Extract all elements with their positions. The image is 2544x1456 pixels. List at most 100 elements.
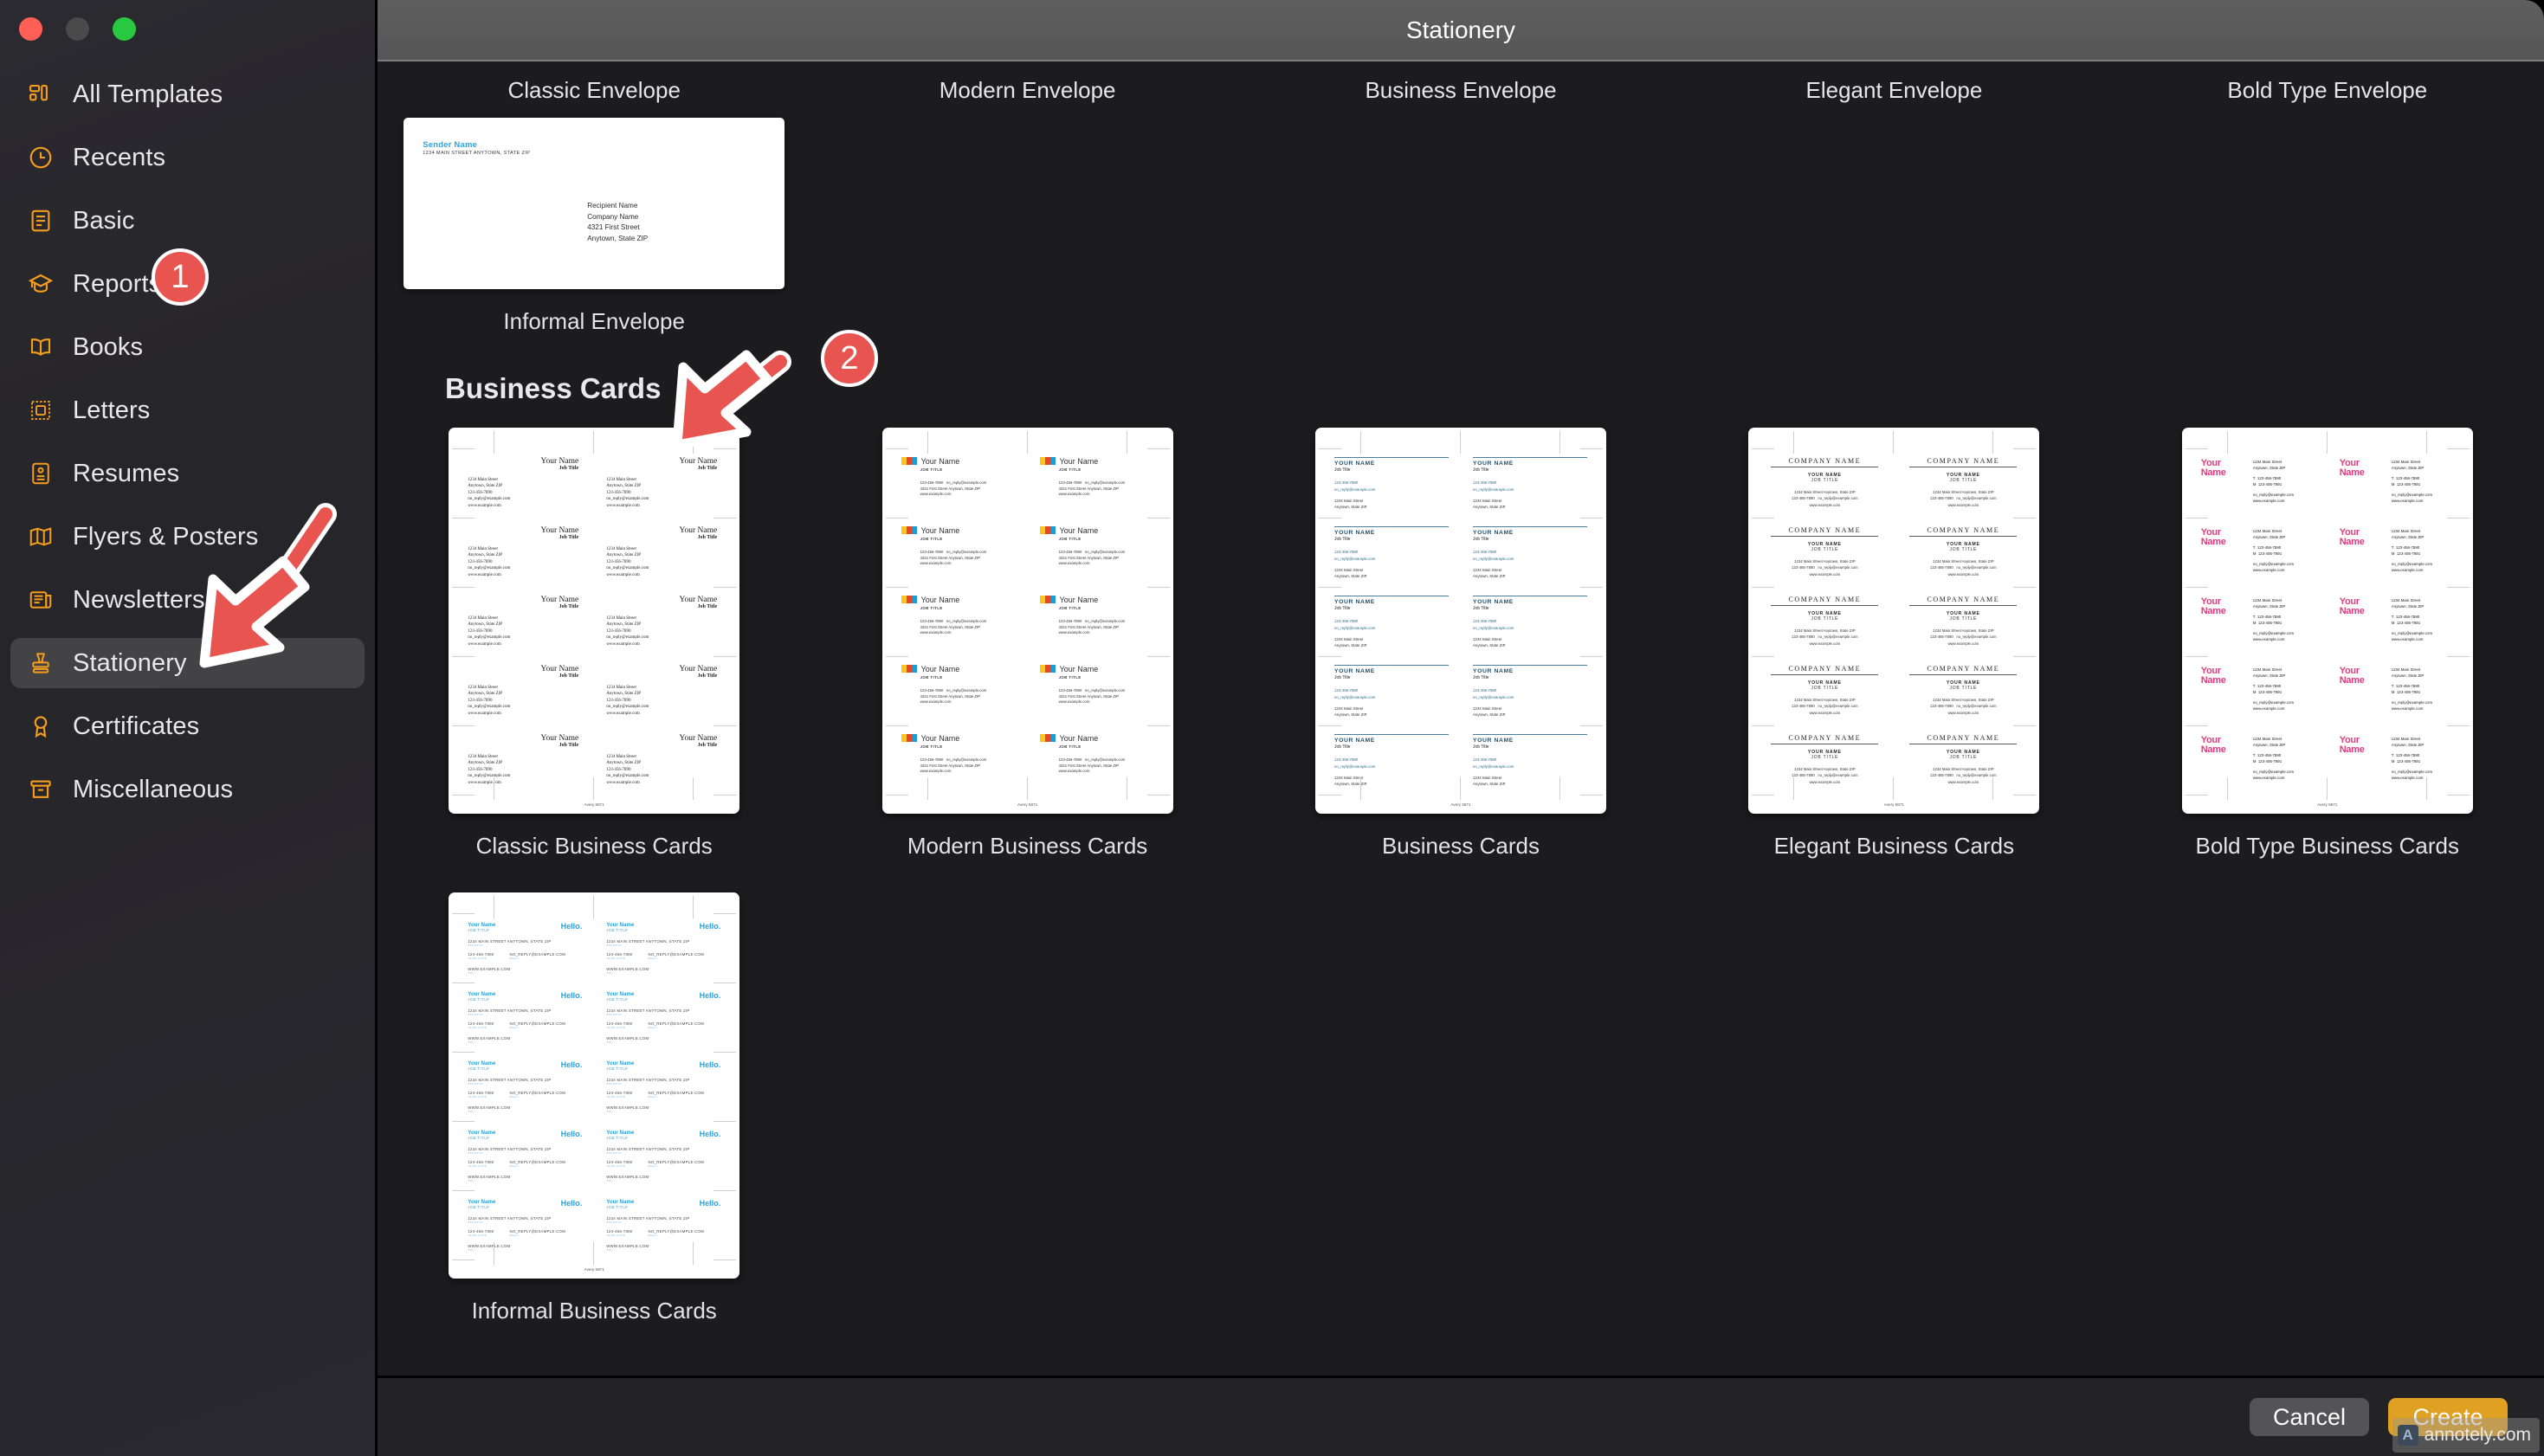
sidebar-item-certificates[interactable]: Certificates	[10, 701, 365, 751]
business-card: Your Name 1234 Main Street Anytown, State …	[2328, 448, 2466, 518]
card-job-title: JOB TITLE	[468, 997, 490, 1002]
sheet-thumbnail-modern[interactable]: Your Name JOB TITLE 123-456-7890 no_repl…	[881, 427, 1173, 814]
business-card: Your Name Job Title 1234 Main Street Anyt…	[594, 448, 733, 518]
card-hello: Hello.	[560, 922, 583, 931]
business-card: Your Name Job Title 1234 Main Street Anyt…	[455, 518, 594, 587]
card-contact: 1234 Main Street Anytown, State ZIP 123-45…	[468, 615, 511, 647]
crop-mark	[2446, 586, 2470, 588]
card-job-title: JOB TITLE	[1949, 754, 1978, 760]
crop-mark	[713, 448, 737, 449]
crop-mark	[713, 1190, 737, 1192]
crop-mark	[1579, 586, 1603, 588]
card-contact: 1234 Main Street Anytown, State ZIP T 123-…	[2252, 528, 2295, 572]
sidebar-item-label: Certificates	[73, 712, 200, 740]
sidebar-item-letters[interactable]: Letters	[10, 385, 365, 435]
card-name: Your Name	[679, 595, 718, 604]
envelope-label-bold[interactable]: Bold Type Envelope	[2111, 77, 2544, 104]
card-name: Your Name	[2200, 457, 2226, 479]
envelope-thumbnail[interactable]: Sender Name 1234 MAIN STREET ANYTOWN, ST…	[404, 118, 785, 289]
template-cell-classic-business-cards[interactable]: Your Name Job Title 1234 Main Street Anyt…	[378, 414, 810, 860]
card-name: Your Name	[2339, 526, 2365, 548]
card-job-title: JOB TITLE	[1949, 615, 1978, 622]
template-label: Business Cards	[1381, 832, 1540, 859]
sidebar-item-label: Miscellaneous	[73, 775, 234, 803]
business-card: Your Name Job Title 1234 Main Street Anyt…	[594, 725, 733, 795]
card-job-title: Job Title	[1333, 606, 1351, 612]
card-rule	[1333, 456, 1449, 459]
card-job-title: Job Title	[697, 603, 718, 609]
sidebar-item-flyers-and-posters[interactable]: Flyers & Posters	[10, 512, 365, 562]
crop-mark	[1752, 794, 1775, 796]
crop-mark	[2013, 586, 2037, 588]
crop-mark	[2185, 794, 2208, 796]
template-cell-informal-business-cards[interactable]: Your Name JOB TITLE Hello. 1234 MAIN STR…	[378, 860, 810, 1325]
business-card: Your Name JOB TITLE Hello. 1234 MAIN STR…	[606, 991, 721, 1044]
card-address: 1234 Main Street Anytown, State ZIP	[1472, 636, 1506, 648]
sidebar-item-basic[interactable]: Basic	[10, 196, 365, 246]
envelope-label-classic[interactable]: Classic Envelope	[378, 77, 810, 104]
color-bars-icon	[901, 734, 917, 743]
sheet-thumbnail-business[interactable]: YOUR NAME Job Title 123-456-7890 no_reply…	[1314, 427, 1606, 814]
card-job-title: JOB TITLE	[920, 744, 943, 749]
template-cell-modern-business-cards[interactable]: Your Name JOB TITLE 123-456-7890 no_repl…	[810, 414, 1243, 860]
card-name: Your Name	[679, 733, 718, 743]
close-button[interactable]	[19, 17, 42, 41]
business-card: COMPANY NAME YOUR NAME JOB TITLE 1234 Ma…	[1894, 725, 2032, 795]
sidebar-item-newsletters[interactable]: Newsletters	[10, 575, 365, 625]
dialog-footer: Cancel Create A annotely.com	[378, 1375, 2544, 1456]
card-contact: 1234 Main Street Anytown, State ZIP T 123-…	[2252, 597, 2295, 641]
template-cell-bold-type-business-cards[interactable]: Your Name 1234 Main Street Anytown, State …	[2111, 414, 2544, 860]
sheet-thumbnail-classic[interactable]: Your Name Job Title 1234 Main Street Anyt…	[449, 427, 740, 814]
color-bars-icon	[901, 526, 917, 535]
template-cell-informal-envelope[interactable]: Sender Name 1234 MAIN STREET ANYTOWN, ST…	[378, 104, 810, 336]
card-name: YOUR NAME	[1472, 530, 1514, 537]
card-contact: 1234 Main Street Anytown, State ZIP 123-4…	[1929, 697, 1997, 715]
crop-mark	[2013, 794, 2037, 796]
card-job-title: Job Title	[1472, 675, 1489, 681]
sheet-thumbnail-bold[interactable]: Your Name 1234 Main Street Anytown, State …	[2181, 427, 2473, 814]
cancel-button[interactable]: Cancel	[2250, 1398, 2369, 1436]
card-contact: 123-456-7890 no_reply@example.com 4321 Fi…	[920, 549, 987, 566]
card-job-title: Job Title	[697, 673, 718, 679]
envelope-label-modern[interactable]: Modern Envelope	[810, 77, 1243, 104]
stationery-template-chooser-window: All Templates Recents Basic Reports Book…	[0, 0, 2544, 1456]
template-label: Elegant Business Cards	[1773, 832, 2015, 859]
sidebar-item-all-templates[interactable]: All Templates	[10, 69, 365, 119]
card-contact: 123-456-7890 no_reply@example.com 4321 Fi…	[920, 618, 987, 635]
card-contact: 1234 Main Street Anytown, State ZIP 123-4…	[1929, 558, 1997, 577]
sidebar-item-label: Basic	[73, 206, 135, 235]
zoom-button[interactable]	[113, 17, 136, 41]
template-scroll-area[interactable]: Classic Envelope Modern Envelope Busines…	[378, 61, 2544, 1375]
sidebar-item-miscellaneous[interactable]: Miscellaneous	[10, 764, 365, 815]
card-hello: Hello.	[560, 991, 583, 1001]
crop-mark	[885, 517, 908, 519]
sidebar-item-recents[interactable]: Recents	[10, 132, 365, 183]
card-rule	[1771, 673, 1879, 675]
sidebar-item-books[interactable]: Books	[10, 322, 365, 372]
window-titlebar: Stationery	[378, 0, 2544, 61]
card-job-title: JOB TITLE	[606, 1136, 629, 1141]
template-cell-elegant-business-cards[interactable]: COMPANY NAME YOUR NAME JOB TITLE 1234 Ma…	[1677, 414, 2110, 860]
minimize-button[interactable]	[66, 17, 89, 41]
card-name: Your Name	[2200, 526, 2226, 548]
card-address: 1234 Main Street Anytown, State ZIP	[1472, 498, 1506, 510]
sheet-thumbnail-informal[interactable]: Your Name JOB TITLE Hello. 1234 MAIN STR…	[449, 892, 740, 1279]
card-contact: 1234 Main Street Anytown, State ZIP T 123-…	[2252, 736, 2295, 780]
card-contact: 123-456-7890 no_reply@example.com 4321 Fi…	[920, 757, 987, 774]
envelope-label-business[interactable]: Business Envelope	[1244, 77, 1677, 104]
crop-mark	[2446, 517, 2470, 519]
sidebar-item-resumes[interactable]: Resumes	[10, 448, 365, 499]
sheet-thumbnail-elegant[interactable]: COMPANY NAME YOUR NAME JOB TITLE 1234 Ma…	[1748, 427, 2040, 814]
crop-mark	[452, 725, 475, 726]
business-card: Your Name JOB TITLE Hello. 1234 MAIN STR…	[468, 991, 583, 1044]
envelope-label-elegant[interactable]: Elegant Envelope	[1677, 77, 2110, 104]
crop-mark	[2425, 430, 2427, 454]
card-job-title: JOB TITLE	[920, 674, 943, 680]
template-cell-business-cards[interactable]: YOUR NAME Job Title 123-456-7890 no_reply…	[1244, 414, 1677, 860]
crop-mark	[1559, 430, 1560, 454]
sidebar-item-label: Recents	[73, 143, 166, 171]
card-job-title: Job Title	[1333, 675, 1351, 681]
business-card: Your Name JOB TITLE 123-456-7890 no_repl…	[1028, 518, 1166, 587]
business-card: YOUR NAME Job Title 123-456-7890 no_reply…	[1461, 656, 1599, 725]
sidebar-item-stationery[interactable]: Stationery	[10, 638, 365, 688]
